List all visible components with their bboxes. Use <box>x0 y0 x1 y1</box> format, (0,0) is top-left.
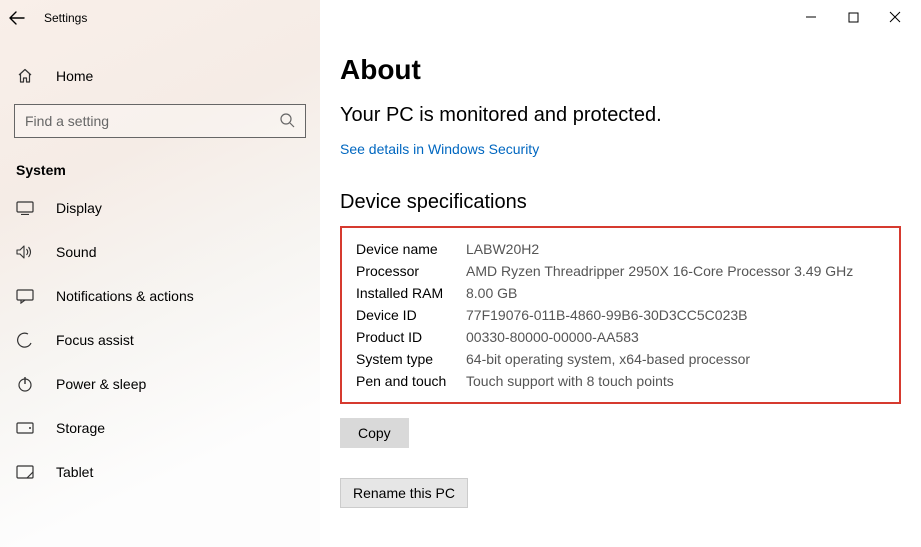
search-icon <box>279 112 295 131</box>
search-box[interactable] <box>14 104 306 138</box>
page-title: About <box>340 54 901 86</box>
copy-button[interactable]: Copy <box>340 418 409 448</box>
nav-label: Tablet <box>56 464 93 480</box>
main-content: About Your PC is monitored and protected… <box>320 0 921 547</box>
spec-label: Pen and touch <box>356 373 466 389</box>
spec-label: Device name <box>356 241 466 257</box>
nav-item-display[interactable]: Display <box>0 186 320 230</box>
spec-label: System type <box>356 351 466 367</box>
category-header: System <box>0 144 320 186</box>
spec-row-device-id: Device ID 77F19076-011B-4860-99B6-30D3CC… <box>356 304 885 326</box>
search-container <box>0 94 320 144</box>
minimize-button[interactable] <box>803 11 819 26</box>
nav-item-storage[interactable]: Storage <box>0 406 320 450</box>
nav-label: Notifications & actions <box>56 288 194 304</box>
spec-value: 00330-80000-00000-AA583 <box>466 329 885 345</box>
page-content: About Your PC is monitored and protected… <box>320 36 921 508</box>
nav-item-tablet[interactable]: Tablet <box>0 450 320 494</box>
home-icon <box>16 68 34 84</box>
spec-row-product-id: Product ID 00330-80000-00000-AA583 <box>356 326 885 348</box>
protection-status: Your PC is monitored and protected. <box>340 104 901 127</box>
close-button[interactable] <box>887 11 903 26</box>
spec-row-system-type: System type 64-bit operating system, x64… <box>356 348 885 370</box>
nav-label: Focus assist <box>56 332 134 348</box>
nav-item-power-sleep[interactable]: Power & sleep <box>0 362 320 406</box>
display-icon <box>16 201 34 215</box>
window-controls <box>320 0 921 36</box>
spec-value: Touch support with 8 touch points <box>466 373 885 389</box>
nav-label: Storage <box>56 420 105 436</box>
spec-label: Device ID <box>356 307 466 323</box>
nav-label: Sound <box>56 244 96 260</box>
maximize-button[interactable] <box>845 11 861 26</box>
spec-value: LABW20H2 <box>466 241 885 257</box>
tablet-icon <box>16 465 34 479</box>
sidebar: Settings Home System Display Sound <box>0 0 320 547</box>
nav-label: Power & sleep <box>56 376 146 392</box>
home-label: Home <box>56 68 93 84</box>
nav-item-focus-assist[interactable]: Focus assist <box>0 318 320 362</box>
nav-list: Display Sound Notifications & actions Fo… <box>0 186 320 494</box>
spec-value: 77F19076-011B-4860-99B6-30D3CC5C023B <box>466 307 885 323</box>
device-specs-box: Device name LABW20H2 Processor AMD Ryzen… <box>340 226 901 404</box>
spec-value: 8.00 GB <box>466 285 885 301</box>
window-title: Settings <box>44 11 87 25</box>
notifications-icon <box>16 289 34 304</box>
spec-row-pen-touch: Pen and touch Touch support with 8 touch… <box>356 370 885 392</box>
storage-icon <box>16 422 34 434</box>
spec-label: Processor <box>356 263 466 279</box>
focus-assist-icon <box>16 332 34 348</box>
nav-item-notifications[interactable]: Notifications & actions <box>0 274 320 318</box>
rename-pc-button[interactable]: Rename this PC <box>340 478 468 508</box>
titlebar: Settings <box>0 0 320 36</box>
power-icon <box>16 376 34 392</box>
spec-label: Product ID <box>356 329 466 345</box>
spec-value: AMD Ryzen Threadripper 2950X 16-Core Pro… <box>466 263 885 279</box>
spec-row-device-name: Device name LABW20H2 <box>356 238 885 260</box>
back-button[interactable] <box>8 11 26 25</box>
specs-section-title: Device specifications <box>340 191 901 214</box>
search-input[interactable] <box>25 113 279 129</box>
nav-label: Display <box>56 200 102 216</box>
sound-icon <box>16 245 34 259</box>
spec-row-processor: Processor AMD Ryzen Threadripper 2950X 1… <box>356 260 885 282</box>
security-link[interactable]: See details in Windows Security <box>340 141 539 157</box>
home-nav[interactable]: Home <box>0 58 320 94</box>
spec-label: Installed RAM <box>356 285 466 301</box>
spec-value: 64-bit operating system, x64-based proce… <box>466 351 885 367</box>
spec-row-ram: Installed RAM 8.00 GB <box>356 282 885 304</box>
nav-item-sound[interactable]: Sound <box>0 230 320 274</box>
